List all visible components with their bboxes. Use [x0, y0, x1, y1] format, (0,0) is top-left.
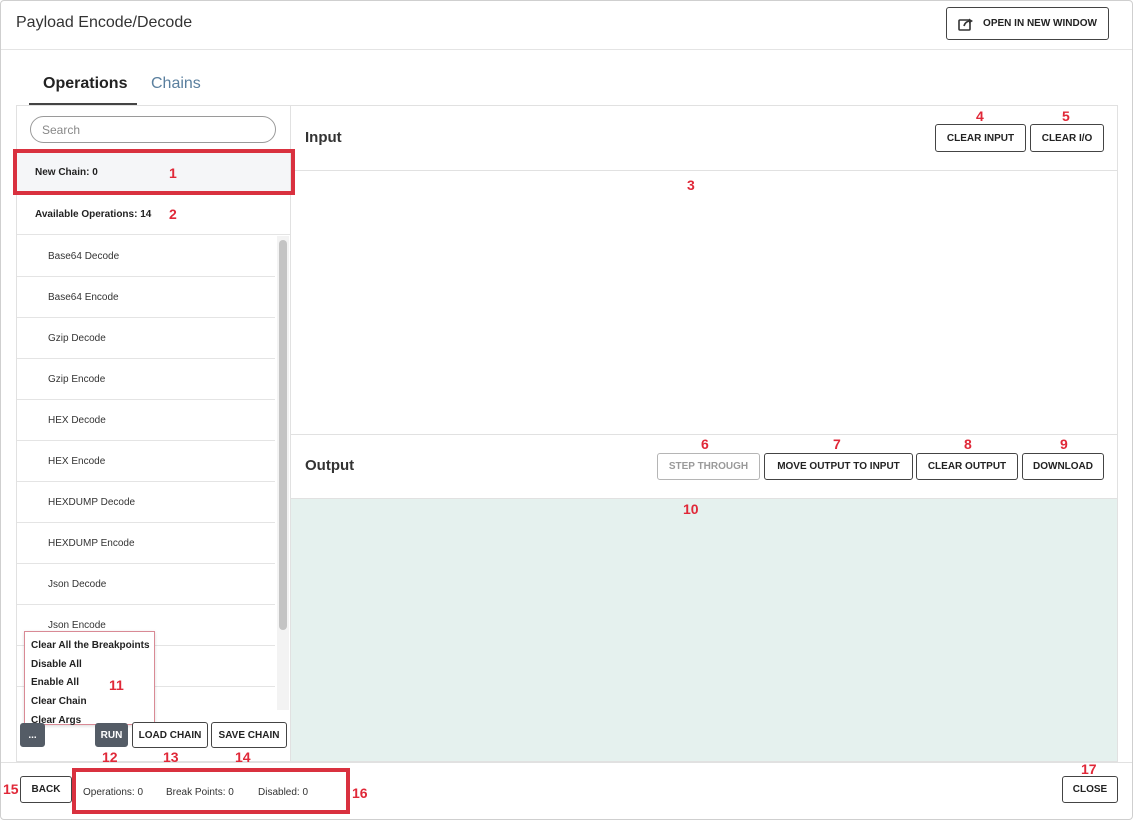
list-item[interactable]: HEX Encode: [17, 441, 275, 482]
scrollbar-thumb[interactable]: [279, 240, 287, 630]
modal-title: Payload Encode/Decode: [16, 14, 193, 31]
open-external-icon: [958, 18, 974, 31]
io-divider: [291, 434, 1117, 435]
output-title: Output: [305, 457, 355, 474]
tab-chains[interactable]: Chains: [151, 75, 201, 93]
list-item[interactable]: HEXDUMP Decode: [17, 482, 275, 523]
move-output-to-input-button[interactable]: MOVE OUTPUT TO INPUT: [764, 453, 913, 480]
menu-item-disable-all[interactable]: Disable All: [31, 655, 154, 674]
search-input[interactable]: Search: [30, 116, 276, 143]
more-options-button[interactable]: ...: [20, 723, 45, 747]
annotation-11: 11: [109, 677, 124, 693]
annotation-8: 8: [964, 436, 972, 452]
highlight-status-bar: [72, 768, 350, 814]
back-button[interactable]: BACK: [20, 776, 72, 803]
menu-item-clear-chain[interactable]: Clear Chain: [31, 692, 154, 711]
open-new-window-button[interactable]: OPEN IN NEW WINDOW: [946, 7, 1109, 40]
list-item[interactable]: Gzip Decode: [17, 318, 275, 359]
annotation-5: 5: [1062, 108, 1070, 124]
annotation-1: 1: [169, 165, 177, 181]
clear-output-button[interactable]: CLEAR OUTPUT: [916, 453, 1018, 480]
clear-input-button[interactable]: CLEAR INPUT: [935, 124, 1026, 152]
available-operations-header: Available Operations: 14: [17, 194, 290, 235]
step-through-button[interactable]: STEP THROUGH: [657, 453, 760, 480]
output-display[interactable]: [291, 499, 1117, 761]
menu-item-enable-all[interactable]: Enable All: [31, 673, 154, 692]
annotation-7: 7: [833, 436, 841, 452]
annotation-15: 15: [3, 781, 19, 797]
save-chain-button[interactable]: SAVE CHAIN: [211, 722, 287, 748]
header-divider: [1, 49, 1132, 50]
clear-io-button[interactable]: CLEAR I/O: [1030, 124, 1104, 152]
list-item[interactable]: HEXDUMP Encode: [17, 523, 275, 564]
list-item[interactable]: Json Decode: [17, 564, 275, 605]
annotation-14: 14: [235, 749, 251, 765]
annotation-16: 16: [352, 785, 368, 801]
highlight-new-chain: [13, 149, 295, 195]
annotation-9: 9: [1060, 436, 1068, 452]
menu-item-clear-breakpoints[interactable]: Clear All the Breakpoints: [31, 636, 154, 655]
list-item[interactable]: Base64 Encode: [17, 277, 275, 318]
open-new-window-label: OPEN IN NEW WINDOW: [983, 18, 1097, 29]
run-button[interactable]: RUN: [95, 723, 128, 747]
load-chain-button[interactable]: LOAD CHAIN: [132, 722, 208, 748]
annotation-4: 4: [976, 108, 984, 124]
annotation-6: 6: [701, 436, 709, 452]
annotation-17: 17: [1081, 761, 1097, 777]
annotation-13: 13: [163, 749, 179, 765]
input-textarea[interactable]: [291, 171, 1117, 434]
chain-options-menu: Clear All the Breakpoints Disable All En…: [24, 631, 155, 726]
tab-operations[interactable]: Operations: [43, 75, 127, 93]
annotation-10: 10: [683, 501, 699, 517]
annotation-2: 2: [169, 206, 177, 222]
list-item[interactable]: HEX Decode: [17, 400, 275, 441]
close-button[interactable]: CLOSE: [1062, 776, 1118, 803]
annotation-3: 3: [687, 177, 695, 193]
list-item[interactable]: Gzip Encode: [17, 359, 275, 400]
input-title: Input: [305, 129, 342, 146]
download-button[interactable]: DOWNLOAD: [1022, 453, 1104, 480]
annotation-12: 12: [102, 749, 118, 765]
list-item[interactable]: Base64 Decode: [17, 236, 275, 277]
